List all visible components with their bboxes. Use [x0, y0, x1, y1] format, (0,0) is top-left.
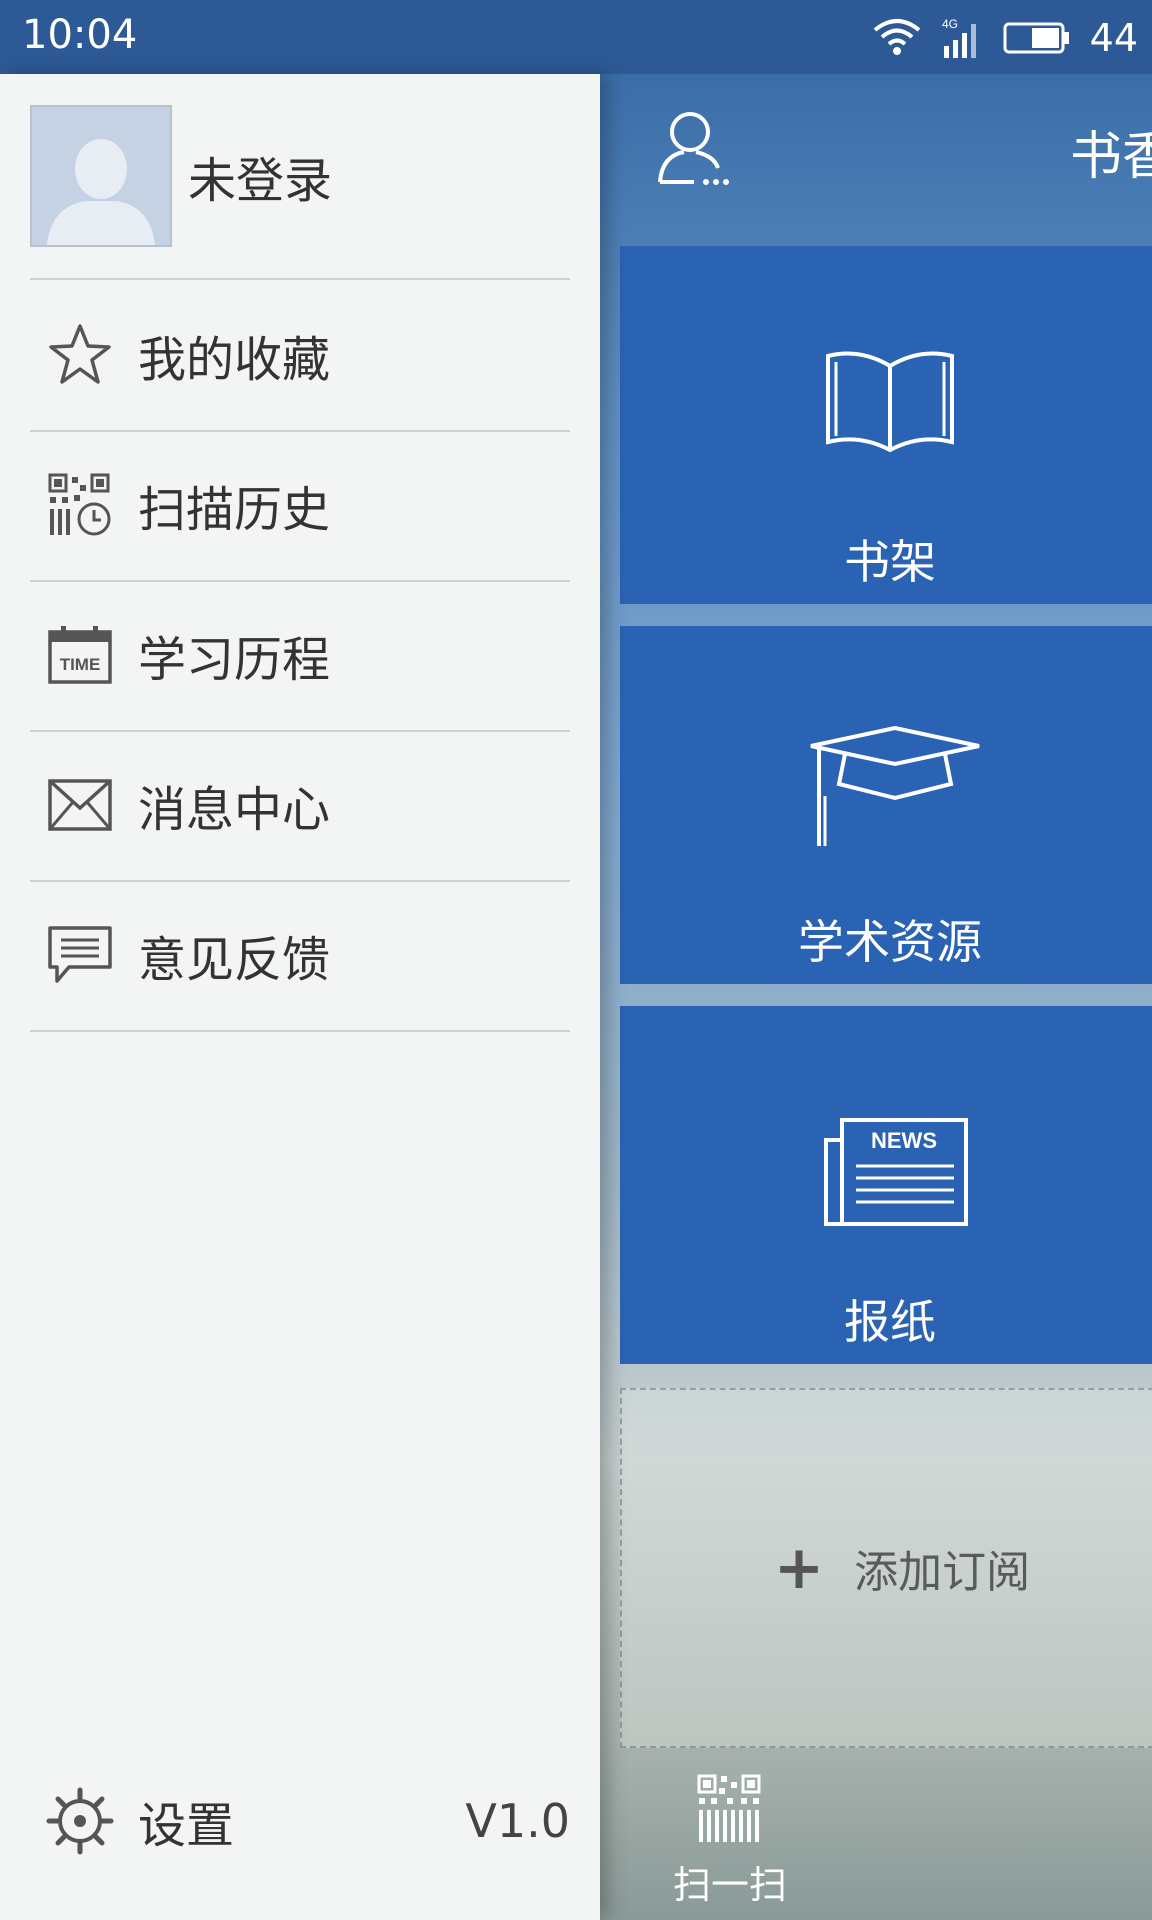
app-title: 书香: [1070, 127, 1152, 187]
menu-item-label: 扫描历史: [138, 482, 331, 538]
menu-item-favorites[interactable]: 我的收藏: [30, 280, 570, 430]
scan-label: 扫一扫: [672, 1863, 787, 1907]
network-type: 4G: [942, 17, 958, 31]
profile-header[interactable]: 未登录: [30, 104, 332, 248]
menu-item-label: 我的收藏: [138, 332, 331, 388]
star-icon: [44, 319, 116, 391]
signal-icon: 4G: [942, 17, 976, 58]
tile-newspaper[interactable]: NEWS 报纸: [620, 1006, 1152, 1364]
add-subscription-button[interactable]: + 添加订阅: [620, 1388, 1152, 1748]
battery-icon: [1003, 22, 1069, 54]
user-icon: [658, 112, 729, 185]
default-avatar-icon: [47, 139, 155, 245]
qr-scan-icon: [697, 1774, 761, 1842]
calendar-time-icon: TIME: [44, 619, 116, 691]
calendar-icon-text: TIME: [60, 655, 101, 674]
profile-name: 未登录: [188, 153, 333, 209]
tile-label: 书架: [844, 535, 936, 589]
status-icons: 4G 44: [872, 10, 1138, 66]
divider: [30, 1030, 570, 1032]
menu-item-feedback[interactable]: 意见反馈: [30, 880, 570, 1030]
tile-academic-resources[interactable]: 学术资源: [620, 626, 1152, 984]
book-icon: [826, 351, 954, 453]
tile-label: 报纸: [844, 1295, 936, 1349]
menu-item-message-center[interactable]: 消息中心: [30, 730, 570, 880]
status-bar: 10:04 4G 44: [0, 0, 1152, 74]
wifi-icon: [873, 19, 920, 55]
settings-label: 设置: [138, 1798, 235, 1854]
tile-label: 学术资源: [798, 915, 982, 969]
menu-item-label: 学习历程: [138, 632, 331, 688]
version-label: V1.0: [465, 1794, 570, 1848]
gear-icon: [44, 1785, 116, 1857]
menu-item-scan-history[interactable]: 扫描历史: [30, 430, 570, 580]
graduation-cap-icon: [810, 726, 980, 846]
settings-button[interactable]: 设置 V1.0: [30, 1776, 570, 1866]
clock: 10:04: [22, 12, 138, 58]
tile-bookshelf[interactable]: 书架: [620, 246, 1152, 604]
envelope-icon: [44, 769, 116, 841]
battery-level: 44: [1089, 16, 1138, 60]
newspaper-icon: NEWS: [824, 1118, 968, 1226]
speech-bubble-icon: [44, 919, 116, 991]
main-content: 书香 书架 学术资源 NEWS 报纸 + 添加订阅 扫一扫: [600, 74, 1152, 1920]
menu-item-label: 意见反馈: [138, 932, 331, 988]
scan-button[interactable]: 扫一扫: [670, 1774, 790, 1909]
navigation-drawer: 未登录 我的收藏 扫描历史 TIME 学习历程 消息中心 意见反馈 设置 V1.…: [0, 74, 600, 1920]
avatar[interactable]: [30, 105, 172, 247]
newspaper-icon-text: NEWS: [871, 1128, 937, 1153]
qr-history-icon: [44, 469, 116, 541]
menu-item-label: 消息中心: [138, 782, 331, 838]
plus-icon: +: [773, 1533, 825, 1603]
add-subscription-label: 添加订阅: [854, 1547, 1031, 1598]
menu-item-learning-history[interactable]: TIME 学习历程: [30, 580, 570, 730]
user-profile-button[interactable]: [654, 108, 732, 192]
